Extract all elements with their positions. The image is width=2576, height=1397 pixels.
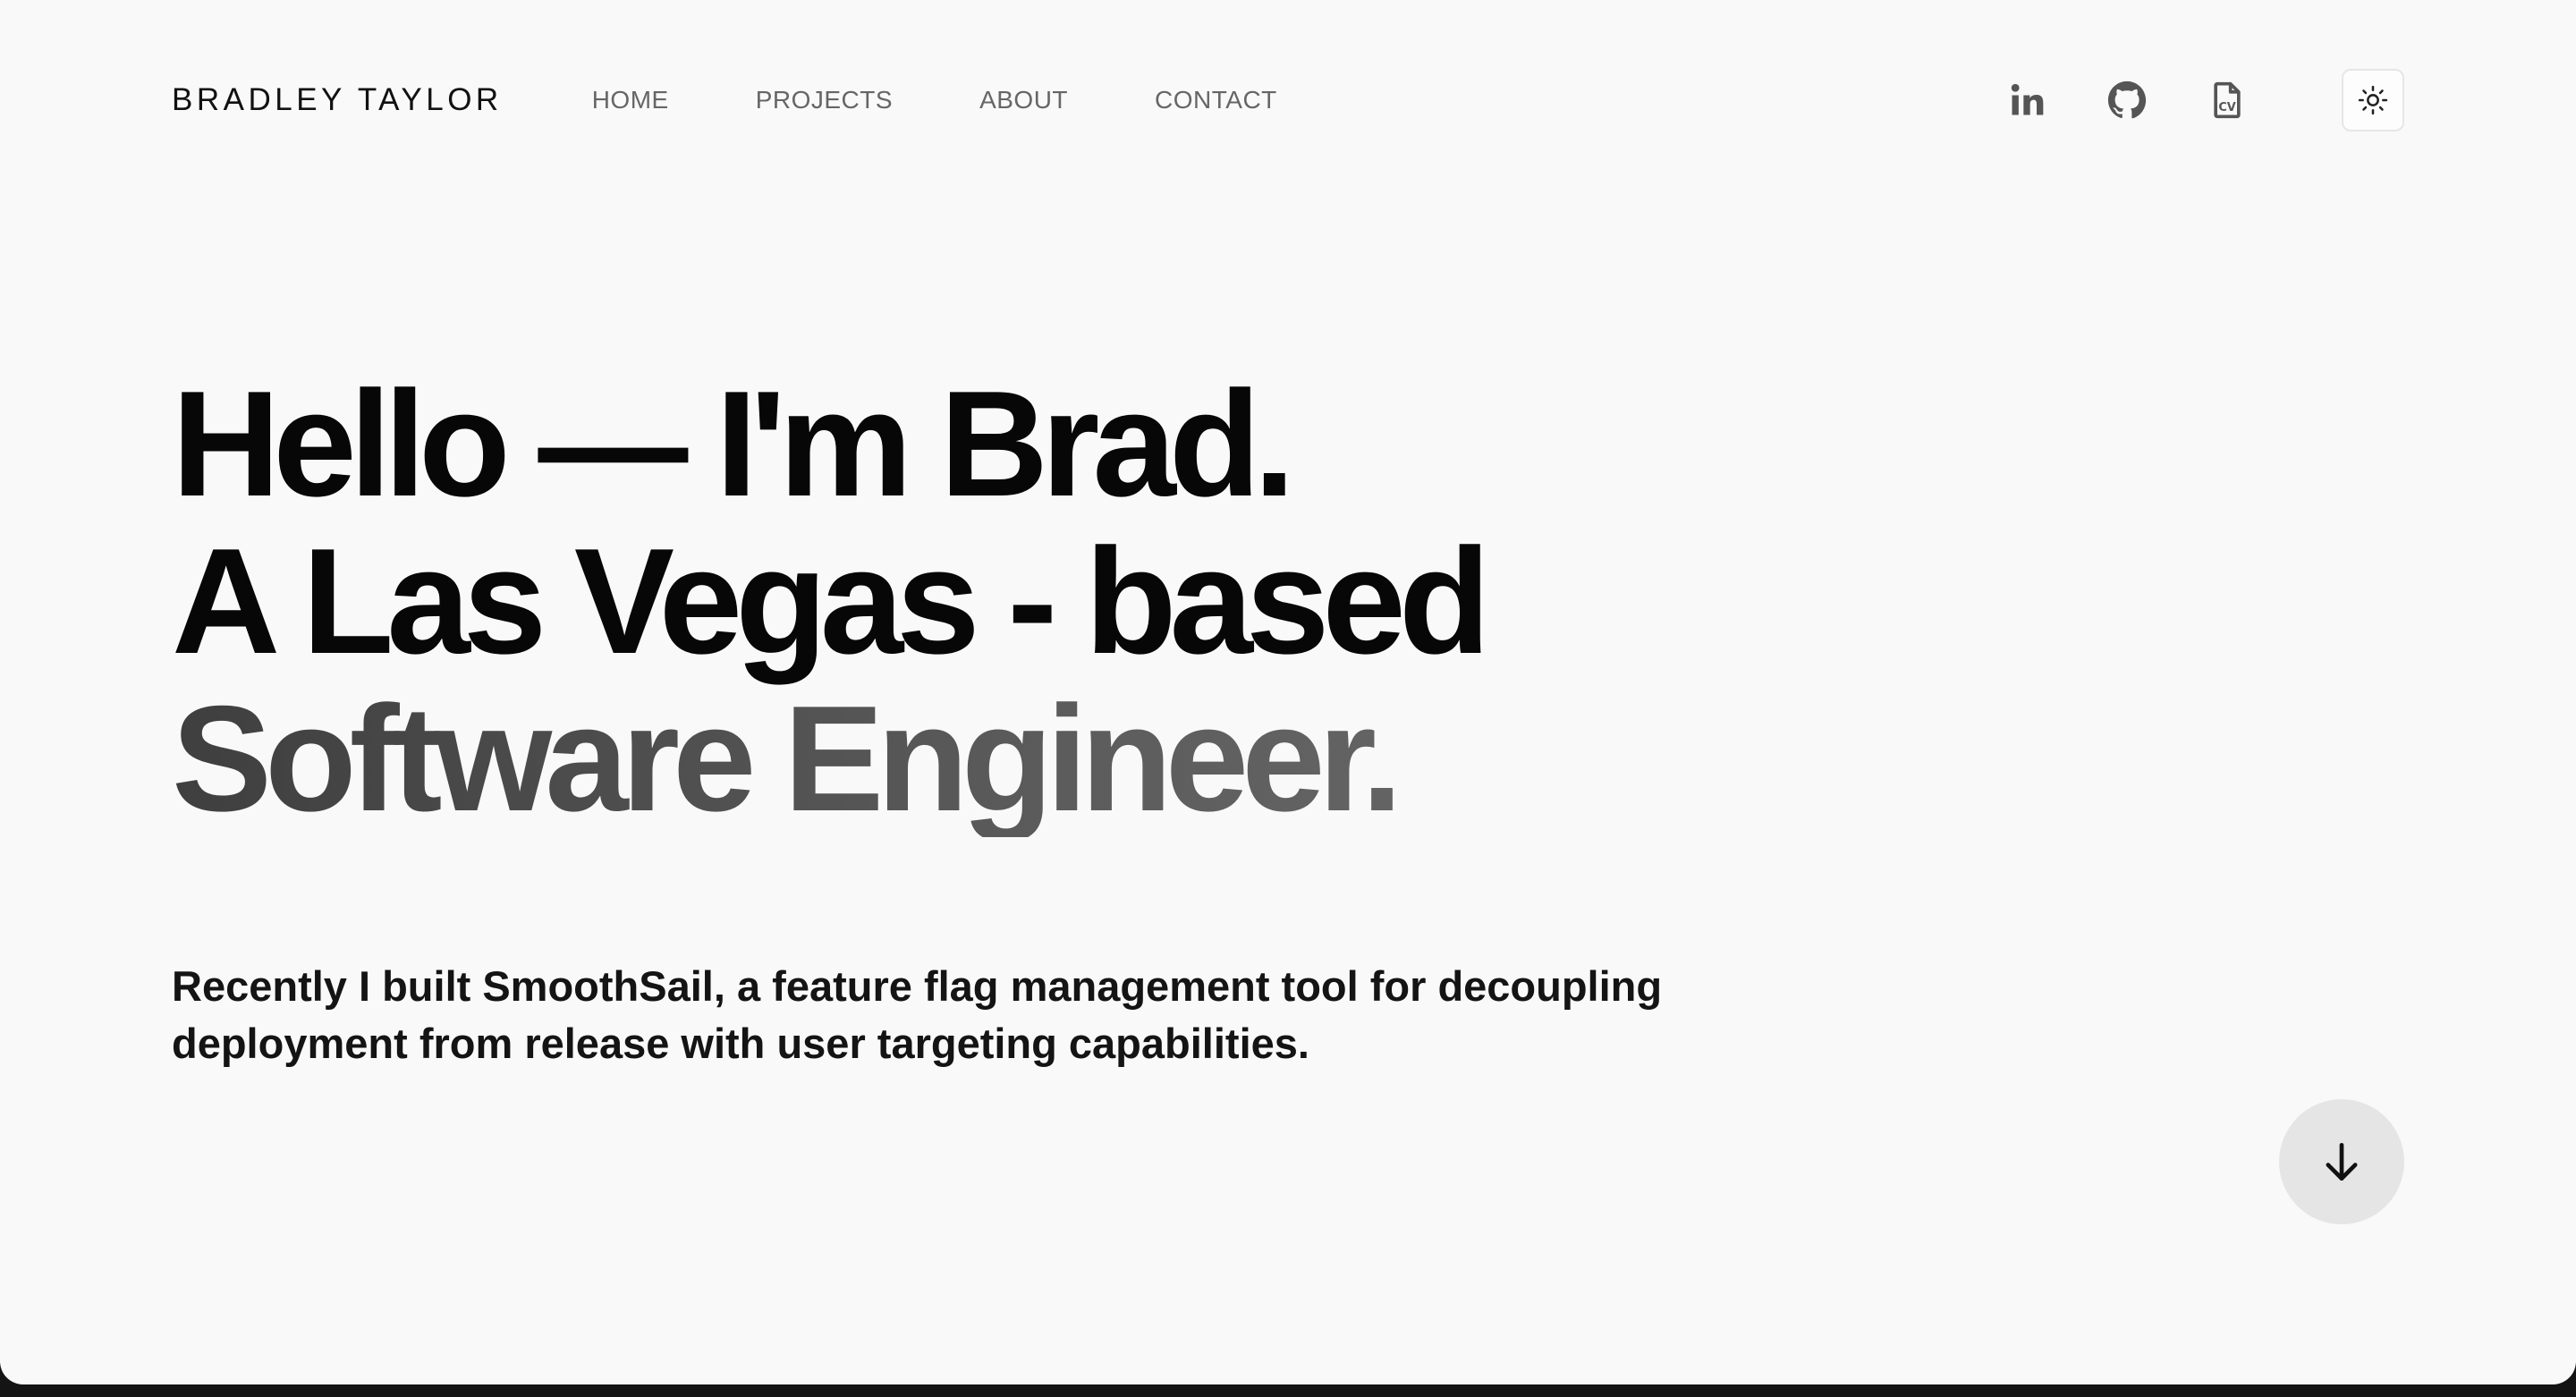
cv-document-icon: CV	[2214, 81, 2241, 119]
github-icon	[2107, 80, 2147, 119]
hero-role: Software Engineer.	[172, 680, 1871, 837]
sun-icon	[2358, 85, 2388, 115]
github-link[interactable]	[2102, 75, 2152, 125]
nav-about[interactable]: ABOUT	[979, 86, 1068, 114]
linkedin-link[interactable]	[2002, 75, 2052, 125]
scroll-down-button[interactable]	[2279, 1099, 2404, 1224]
svg-text:CV: CV	[2218, 101, 2235, 114]
nav-home[interactable]: HOME	[592, 86, 669, 114]
hero-greeting: Hello — I'm Brad.	[172, 360, 1295, 528]
header-actions: CV	[2002, 69, 2404, 131]
page: BRADLEY TAYLOR HOME PROJECTS ABOUT CONTA…	[0, 0, 2576, 1384]
nav-contact[interactable]: CONTACT	[1155, 86, 1277, 114]
site-header: BRADLEY TAYLOR HOME PROJECTS ABOUT CONTA…	[172, 64, 2404, 136]
hero-location: A Las Vegas - based	[172, 517, 1490, 685]
arrow-down-icon	[2326, 1143, 2358, 1181]
brand-logo[interactable]: BRADLEY TAYLOR	[172, 82, 503, 118]
cv-link[interactable]: CV	[2202, 75, 2252, 125]
linkedin-icon	[2011, 83, 2044, 115]
hero-intro: Recently I built SmoothSail, a feature f…	[172, 962, 1663, 1067]
main-nav: HOME PROJECTS ABOUT CONTACT	[592, 86, 1277, 114]
theme-toggle-button[interactable]	[2342, 69, 2404, 131]
nav-projects[interactable]: PROJECTS	[756, 86, 893, 114]
hero-heading: Hello — I'm Brad. A Las Vegas - based So…	[172, 365, 1871, 837]
